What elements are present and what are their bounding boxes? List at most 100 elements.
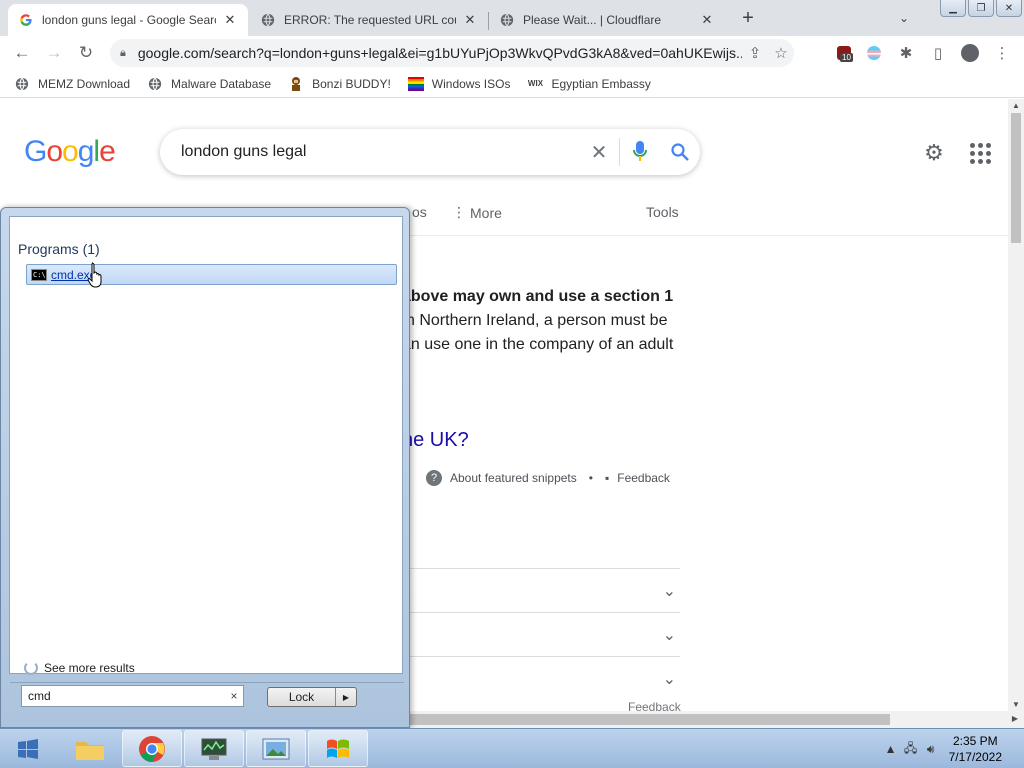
clear-search-icon[interactable]: × <box>225 689 243 703</box>
dot-separator: • <box>588 471 593 485</box>
chevron-down-icon: ⌄ <box>662 583 676 600</box>
power-options-arrow-icon[interactable]: ▶ <box>336 688 356 706</box>
divider <box>10 682 404 683</box>
feedback-link-bottom[interactable]: Feedback <box>628 700 681 711</box>
bookmark-label: Malware Database <box>171 76 272 91</box>
lock-icon[interactable]: 🔒︎ <box>120 47 126 60</box>
search-box[interactable]: london guns legal ✕ <box>160 129 700 175</box>
search-query[interactable]: london guns legal <box>181 143 579 161</box>
people-also-ask-row[interactable]: ⌄ <box>402 568 680 612</box>
menu-kebab-icon[interactable]: ⋮ <box>990 41 1014 65</box>
tab-videos[interactable]: os <box>412 204 427 220</box>
google-apps-icon[interactable] <box>968 141 992 165</box>
forward-button[interactable]: → <box>41 40 67 66</box>
new-tab-button[interactable]: + <box>736 6 760 30</box>
clock-time: 2:35 PM <box>952 734 998 748</box>
google-g-icon <box>18 12 34 28</box>
clock[interactable]: 2:35 PM 7/17/2022 <box>949 733 1002 765</box>
snippet-line: an use one in the company of an adult <box>402 336 674 353</box>
see-more-results-link[interactable]: See more results <box>24 661 135 675</box>
side-panel-icon[interactable]: ▯ <box>926 41 950 65</box>
help-icon: ? <box>426 470 442 486</box>
settings-gear-icon[interactable]: ⚙ <box>920 139 948 167</box>
pride-extension-icon[interactable] <box>862 41 886 65</box>
tab-title: london guns legal - Google Search <box>42 13 216 27</box>
bookmark-star-icon[interactable]: ☆ <box>768 40 794 66</box>
start-search-input[interactable]: cmd × <box>21 685 244 707</box>
close-window-button[interactable]: ✕ <box>996 0 1022 17</box>
featured-snippet-link[interactable]: he UK? <box>402 429 469 452</box>
profile-avatar-icon[interactable] <box>958 41 982 65</box>
globe-icon <box>260 12 276 28</box>
taskbar-system-app[interactable] <box>184 730 244 767</box>
bookmark-windows-isos[interactable]: Windows ISOs <box>407 76 510 92</box>
tab-title: Please Wait... | Cloudflare <box>523 13 662 27</box>
start-menu: Programs (1) C:\ cmd.exe See more result… <box>0 207 410 728</box>
windows-taskbar: ▲ 🖧︎ 🔊︎ 2:35 PM 7/17/2022 <box>0 728 1024 768</box>
horizontal-scrollbar[interactable]: ▶ <box>402 711 1024 728</box>
start-button[interactable] <box>8 733 48 765</box>
programs-group-label: Programs (1) <box>18 241 100 257</box>
people-also-ask-row[interactable]: ⌄ <box>402 656 680 700</box>
people-also-ask-row[interactable]: ⌄ <box>402 612 680 656</box>
bookmark-bonzi-buddy[interactable]: Bonzi BUDDY! <box>288 76 391 92</box>
scrollbar-thumb[interactable] <box>1011 113 1021 243</box>
bookmark-memz[interactable]: MEMZ Download <box>14 76 130 92</box>
windows-logo-icon <box>18 739 38 759</box>
scroll-up-arrow-icon[interactable]: ▲ <box>1012 101 1020 110</box>
close-tab-icon[interactable]: ✕ <box>462 12 478 28</box>
microphone-icon[interactable] <box>620 132 660 172</box>
tab-error-page[interactable]: ERROR: The requested URL could not be re… <box>250 4 488 36</box>
scroll-right-arrow-icon[interactable]: ▶ <box>1012 714 1018 723</box>
tab-tools[interactable]: Tools <box>646 204 679 220</box>
hand-pointer-cursor-icon <box>87 262 102 288</box>
bookmark-label: Bonzi BUDDY! <box>312 76 391 91</box>
folder-icon <box>76 741 104 760</box>
taskbar-windows-logo-app[interactable] <box>308 730 368 767</box>
wix-icon: WIX <box>527 79 544 88</box>
windows-flag-logo-icon <box>327 739 349 758</box>
snippet-line: above may own and use a section 1 <box>402 288 674 305</box>
chevron-down-icon: ⌄ <box>662 627 676 644</box>
address-bar[interactable]: 🔒︎ google.com/search?q=london+guns+legal… <box>110 39 794 67</box>
google-logo[interactable]: Google <box>24 135 116 169</box>
system-monitor-icon <box>201 738 227 760</box>
extensions-puzzle-icon[interactable]: ✱ <box>894 41 918 65</box>
vertical-scrollbar[interactable]: ▲ ▼ <box>1008 99 1024 711</box>
feedback-icon: ▪ <box>604 471 610 485</box>
volume-icon[interactable]: 🔊︎ <box>921 739 941 759</box>
extension-badge-icon[interactable]: 10 <box>832 41 856 65</box>
tab-more[interactable]: ⋮ More <box>452 204 502 221</box>
search-value: cmd <box>28 689 51 703</box>
chrome-icon <box>139 735 165 762</box>
search-icon[interactable] <box>660 132 700 172</box>
taskbar-chrome[interactable] <box>122 730 182 767</box>
about-snippets-link[interactable]: About featured snippets <box>450 471 577 485</box>
restore-button[interactable]: ❐ <box>968 0 994 17</box>
minimize-button[interactable]: ▁ <box>940 0 966 17</box>
reload-button[interactable]: ↻ <box>73 40 99 66</box>
taskbar-file-explorer[interactable] <box>60 730 120 767</box>
lock-button[interactable]: Lock ▶ <box>267 687 357 707</box>
scroll-down-arrow-icon[interactable]: ▼ <box>1012 700 1020 709</box>
close-tab-icon[interactable]: ✕ <box>699 12 715 28</box>
program-result-cmd[interactable]: C:\ cmd.exe <box>26 264 397 285</box>
tab-search-chevron-icon[interactable]: ⌄ <box>894 8 914 28</box>
start-menu-results-panel: Programs (1) C:\ cmd.exe See more result… <box>9 216 404 683</box>
feedback-link[interactable]: Feedback <box>617 471 670 485</box>
bookmark-egyptian-embassy[interactable]: WIX Egyptian Embassy <box>527 76 651 92</box>
taskbar-picture-viewer[interactable] <box>246 730 306 767</box>
tab-cloudflare[interactable]: Please Wait... | Cloudflare ✕ <box>489 4 725 36</box>
share-icon[interactable]: ⇪ <box>742 40 768 66</box>
bookmark-malware-database[interactable]: Malware Database <box>147 76 271 92</box>
command-prompt-icon: C:\ <box>31 268 47 281</box>
network-icon[interactable]: 🖧︎ <box>901 739 921 759</box>
tab-google-search[interactable]: london guns legal - Google Search ✕ <box>8 4 248 36</box>
clear-search-icon[interactable]: ✕ <box>579 132 619 172</box>
globe-icon <box>14 76 30 92</box>
show-hidden-icons-arrow-icon[interactable]: ▲ <box>881 739 901 759</box>
back-button[interactable]: ← <box>9 40 35 66</box>
scrollbar-thumb[interactable] <box>402 714 890 725</box>
close-tab-icon[interactable]: ✕ <box>222 12 238 28</box>
more-dots-icon: ⋮ <box>452 204 466 220</box>
